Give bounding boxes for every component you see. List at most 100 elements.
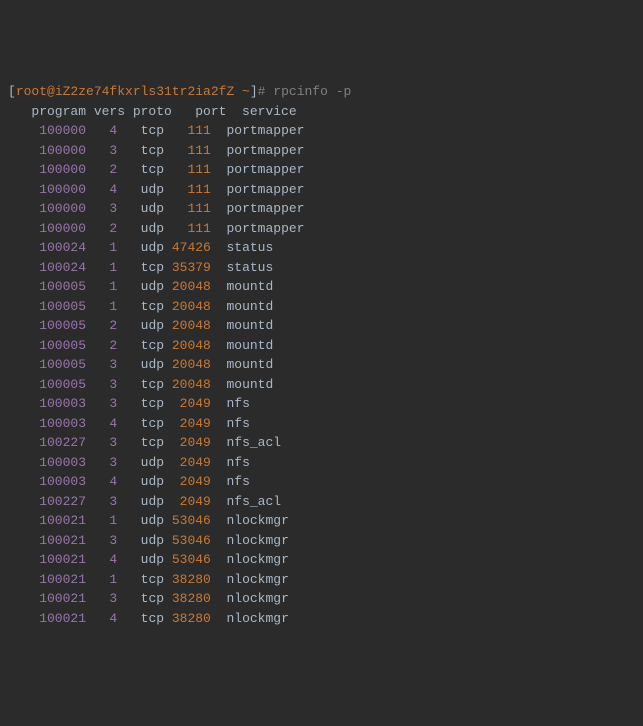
table-row: 100003 4 udp 2049 nfs: [8, 472, 635, 492]
table-row: 100227 3 udp 2049 nfs_acl: [8, 492, 635, 512]
cell-service: nlockmgr: [211, 591, 289, 606]
cell-program: 100021: [8, 552, 86, 567]
cell-port: 20048: [164, 279, 211, 294]
cell-vers: 1: [86, 299, 117, 314]
table-row: 100005 3 udp 20048 mountd: [8, 355, 635, 375]
cell-port: 47426: [164, 240, 211, 255]
cell-program: 100021: [8, 611, 86, 626]
cell-vers: 4: [86, 182, 117, 197]
cell-service: status: [211, 260, 273, 275]
cell-program: 100024: [8, 260, 86, 275]
cell-port: 20048: [164, 338, 211, 353]
cell-port: 20048: [164, 377, 211, 392]
table-row: 100021 3 udp 53046 nlockmgr: [8, 531, 635, 551]
cell-vers: 3: [86, 143, 117, 158]
table-row: 100005 1 tcp 20048 mountd: [8, 297, 635, 317]
cell-service: mountd: [211, 338, 273, 353]
cell-service: nfs_acl: [211, 435, 281, 450]
cell-vers: 3: [86, 396, 117, 411]
table-row: 100021 4 tcp 38280 nlockmgr: [8, 609, 635, 629]
cell-port: 2049: [164, 474, 211, 489]
cell-service: mountd: [211, 377, 273, 392]
cell-program: 100003: [8, 396, 86, 411]
cell-port: 53046: [164, 533, 211, 548]
cell-vers: 3: [86, 377, 117, 392]
table-rows: 100000 4 tcp 111 portmapper 100000 3 tcp…: [8, 121, 635, 628]
cell-port: 35379: [164, 260, 211, 275]
cell-service: portmapper: [211, 143, 305, 158]
cell-vers: 4: [86, 611, 117, 626]
cell-vers: 3: [86, 435, 117, 450]
cell-proto: tcp: [117, 377, 164, 392]
cell-vers: 2: [86, 338, 117, 353]
cell-port: 38280: [164, 591, 211, 606]
cell-program: 100021: [8, 591, 86, 606]
cell-vers: 4: [86, 123, 117, 138]
cell-port: 2049: [164, 435, 211, 450]
cell-service: nfs: [211, 416, 250, 431]
cell-port: 111: [164, 201, 211, 216]
cell-port: 38280: [164, 611, 211, 626]
cell-proto: tcp: [117, 299, 164, 314]
table-row: 100005 3 tcp 20048 mountd: [8, 375, 635, 395]
cell-service: nfs: [211, 396, 250, 411]
cell-proto: tcp: [117, 338, 164, 353]
cell-vers: 3: [86, 201, 117, 216]
cell-proto: tcp: [117, 396, 164, 411]
cell-vers: 3: [86, 591, 117, 606]
table-row: 100000 4 udp 111 portmapper: [8, 180, 635, 200]
cell-service: portmapper: [211, 182, 305, 197]
cell-service: status: [211, 240, 273, 255]
cell-program: 100005: [8, 299, 86, 314]
prompt-line: [root@iZ2ze74fkxrls31tr2ia2fZ ~]# rpcinf…: [8, 84, 351, 99]
cell-proto: udp: [117, 474, 164, 489]
cell-service: nlockmgr: [211, 533, 289, 548]
cell-port: 20048: [164, 299, 211, 314]
prompt-user-host: root@iZ2ze74fkxrls31tr2ia2fZ ~: [16, 84, 250, 99]
cell-program: 100227: [8, 494, 86, 509]
cell-proto: udp: [117, 279, 164, 294]
cell-program: 100003: [8, 474, 86, 489]
cell-service: nfs_acl: [211, 494, 281, 509]
cell-program: 100227: [8, 435, 86, 450]
cell-vers: 2: [86, 318, 117, 333]
cell-proto: tcp: [117, 123, 164, 138]
cell-proto: udp: [117, 357, 164, 372]
table-row: 100005 1 udp 20048 mountd: [8, 277, 635, 297]
cell-program: 100005: [8, 338, 86, 353]
cell-vers: 1: [86, 572, 117, 587]
cell-port: 2049: [164, 396, 211, 411]
table-row: 100227 3 tcp 2049 nfs_acl: [8, 433, 635, 453]
cell-port: 53046: [164, 552, 211, 567]
cell-port: 111: [164, 123, 211, 138]
cell-vers: 3: [86, 494, 117, 509]
cell-proto: udp: [117, 221, 164, 236]
cell-port: 2049: [164, 416, 211, 431]
table-row: 100003 3 tcp 2049 nfs: [8, 394, 635, 414]
cell-vers: 3: [86, 357, 117, 372]
cell-vers: 3: [86, 533, 117, 548]
cell-service: portmapper: [211, 221, 305, 236]
table-row: 100021 1 tcp 38280 nlockmgr: [8, 570, 635, 590]
cell-port: 20048: [164, 357, 211, 372]
cell-service: mountd: [211, 318, 273, 333]
cell-service: portmapper: [211, 123, 305, 138]
cell-proto: udp: [117, 533, 164, 548]
cell-vers: 4: [86, 552, 117, 567]
cell-program: 100000: [8, 221, 86, 236]
cell-proto: tcp: [117, 260, 164, 275]
table-row: 100024 1 udp 47426 status: [8, 238, 635, 258]
cell-proto: tcp: [117, 435, 164, 450]
table-row: 100024 1 tcp 35379 status: [8, 258, 635, 278]
cell-proto: tcp: [117, 572, 164, 587]
cell-service: portmapper: [211, 162, 305, 177]
cell-program: 100003: [8, 416, 86, 431]
cell-proto: tcp: [117, 416, 164, 431]
cell-program: 100000: [8, 162, 86, 177]
cell-service: nfs: [211, 474, 250, 489]
cell-port: 111: [164, 221, 211, 236]
cell-program: 100021: [8, 533, 86, 548]
cell-port: 20048: [164, 318, 211, 333]
table-row: 100003 3 udp 2049 nfs: [8, 453, 635, 473]
cell-service: nfs: [211, 455, 250, 470]
